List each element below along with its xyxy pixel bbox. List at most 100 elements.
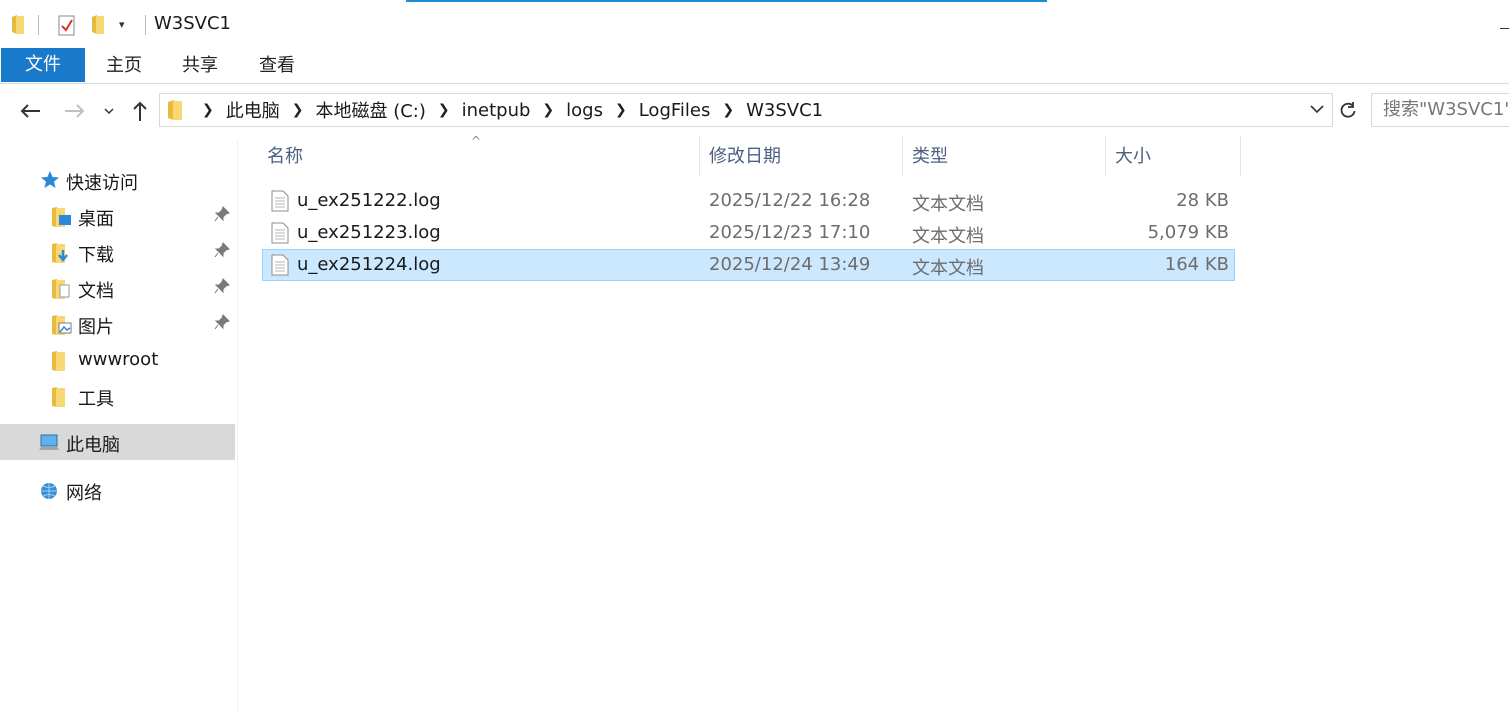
network-icon bbox=[41, 483, 57, 499]
tab-home[interactable]: 主页 bbox=[106, 48, 142, 82]
table-row-selected[interactable]: u_ex251224.log 2025/12/24 13:49 文本文档 164… bbox=[262, 249, 1235, 281]
desktop-folder-icon bbox=[52, 207, 71, 227]
breadcrumb-chevron-icon[interactable]: ❯ bbox=[430, 102, 458, 118]
search-input[interactable]: 搜索"W3SVC1" bbox=[1371, 93, 1509, 127]
customize-toolbar-dropdown-icon[interactable]: ▾ bbox=[119, 18, 125, 31]
column-header-type[interactable]: 类型 bbox=[912, 136, 1102, 176]
sidebar-item-network[interactable]: 网络 bbox=[0, 472, 235, 508]
forward-arrow-icon bbox=[65, 104, 85, 118]
quick-access-separator bbox=[38, 15, 39, 35]
up-button[interactable] bbox=[128, 96, 152, 126]
computer-icon bbox=[39, 434, 59, 450]
table-row[interactable]: u_ex251223.log 2025/12/23 17:10 文本文档 5,0… bbox=[262, 217, 1235, 249]
pin-icon[interactable] bbox=[214, 314, 230, 330]
back-button[interactable] bbox=[17, 96, 43, 126]
file-type: 文本文档 bbox=[912, 226, 984, 247]
up-arrow-icon bbox=[133, 101, 147, 121]
breadcrumb-chevron-icon[interactable]: ❯ bbox=[194, 102, 222, 118]
sidebar-item-desktop[interactable]: 桌面 bbox=[0, 198, 235, 234]
file-type: 文本文档 bbox=[912, 258, 984, 279]
title-bar: ▾ W3SVC1 bbox=[0, 0, 1509, 48]
file-modified: 2025/12/23 17:10 bbox=[709, 222, 871, 243]
refresh-icon bbox=[1340, 102, 1356, 118]
forward-button[interactable] bbox=[62, 96, 88, 126]
column-separator[interactable] bbox=[902, 136, 903, 176]
downloads-folder-icon bbox=[52, 243, 68, 263]
tab-share[interactable]: 共享 bbox=[182, 48, 218, 82]
sidebar-item-label: 下载 bbox=[78, 245, 114, 266]
pin-icon[interactable] bbox=[214, 278, 230, 294]
breadcrumb-item[interactable]: LogFiles bbox=[635, 100, 715, 121]
column-separator[interactable] bbox=[699, 136, 700, 176]
navigation-pane: 快速访问 桌面 下载 文档 图片 wwwroot 工具 此电脑 网络 bbox=[0, 140, 237, 711]
file-size: 28 KB bbox=[1176, 190, 1229, 211]
column-separator[interactable] bbox=[1240, 136, 1241, 176]
sidebar-item-label: 工具 bbox=[78, 389, 114, 410]
breadcrumb-item[interactable]: 本地磁盘 (C:) bbox=[311, 97, 429, 123]
file-name: u_ex251224.log bbox=[297, 254, 441, 275]
refresh-button[interactable] bbox=[1334, 93, 1362, 127]
folder-icon bbox=[168, 100, 182, 120]
properties-icon[interactable] bbox=[58, 14, 76, 36]
breadcrumb-chevron-icon[interactable]: ❯ bbox=[284, 102, 312, 118]
back-arrow-icon bbox=[20, 104, 40, 118]
column-separator[interactable] bbox=[1105, 136, 1106, 176]
sidebar-item-label: 此电脑 bbox=[66, 435, 120, 456]
sidebar-item-label: 文档 bbox=[78, 281, 114, 302]
folder-icon bbox=[52, 351, 65, 371]
breadcrumb: ❯ 此电脑 ❯ 本地磁盘 (C:) ❯ inetpub ❯ logs ❯ Log… bbox=[194, 94, 827, 126]
file-size: 164 KB bbox=[1164, 254, 1229, 275]
breadcrumb-chevron-icon[interactable]: ❯ bbox=[607, 102, 635, 118]
column-header-size[interactable]: 大小 bbox=[1115, 136, 1235, 176]
sidebar-item-label: 网络 bbox=[66, 483, 102, 504]
pin-icon[interactable] bbox=[214, 206, 230, 222]
sidebar-item-tools[interactable]: 工具 bbox=[0, 378, 235, 414]
sidebar-item-quick-access[interactable]: 快速访问 bbox=[0, 162, 235, 198]
chevron-down-icon bbox=[104, 108, 114, 115]
tab-file[interactable]: 文件 bbox=[1, 48, 85, 82]
chevron-down-icon[interactable] bbox=[1310, 102, 1324, 116]
sidebar-item-downloads[interactable]: 下载 bbox=[0, 234, 235, 270]
sidebar-item-label: wwwroot bbox=[78, 349, 159, 370]
top-accent-line bbox=[406, 0, 1047, 2]
recent-locations-button[interactable] bbox=[102, 96, 116, 126]
table-row[interactable]: u_ex251222.log 2025/12/22 16:28 文本文档 28 … bbox=[262, 185, 1235, 217]
address-bar[interactable]: ❯ 此电脑 ❯ 本地磁盘 (C:) ❯ inetpub ❯ logs ❯ Log… bbox=[159, 93, 1333, 127]
column-header-name[interactable]: 名称 bbox=[267, 136, 697, 176]
breadcrumb-chevron-icon[interactable]: ❯ bbox=[714, 102, 742, 118]
breadcrumb-item[interactable]: W3SVC1 bbox=[742, 100, 827, 121]
new-folder-icon[interactable] bbox=[92, 15, 104, 34]
documents-folder-icon bbox=[52, 279, 70, 299]
text-file-icon bbox=[271, 222, 289, 244]
sidebar-item-this-pc[interactable]: 此电脑 bbox=[0, 424, 235, 460]
sidebar-item-wwwroot[interactable]: wwwroot bbox=[0, 342, 235, 378]
ribbon-tabs: 文件 主页 共享 查看 bbox=[0, 48, 1509, 84]
breadcrumb-item[interactable]: inetpub bbox=[458, 100, 535, 121]
file-name: u_ex251222.log bbox=[297, 190, 441, 211]
sidebar-item-label: 图片 bbox=[78, 317, 114, 338]
pictures-folder-icon bbox=[52, 315, 72, 335]
file-type: 文本文档 bbox=[912, 194, 984, 215]
tab-view[interactable]: 查看 bbox=[259, 48, 295, 82]
sidebar-item-pictures[interactable]: 图片 bbox=[0, 306, 235, 342]
text-file-icon bbox=[271, 254, 289, 276]
title-separator bbox=[145, 15, 146, 35]
breadcrumb-item[interactable]: logs bbox=[562, 100, 607, 121]
column-header-modified[interactable]: 修改日期 bbox=[709, 136, 899, 176]
sidebar-item-label: 快速访问 bbox=[66, 173, 138, 194]
file-size: 5,079 KB bbox=[1147, 222, 1229, 243]
sidebar-item-documents[interactable]: 文档 bbox=[0, 270, 235, 306]
text-file-icon bbox=[271, 190, 289, 212]
breadcrumb-chevron-icon[interactable]: ❯ bbox=[534, 102, 562, 118]
file-modified: 2025/12/22 16:28 bbox=[709, 190, 871, 211]
file-list: ^ 名称 修改日期 类型 大小 u_ex251222.log 2025/12/2… bbox=[238, 134, 1509, 711]
window-title: W3SVC1 bbox=[154, 13, 232, 34]
breadcrumb-item[interactable]: 此电脑 bbox=[222, 97, 284, 123]
minimize-icon[interactable] bbox=[1500, 28, 1509, 29]
sidebar-item-label: 桌面 bbox=[78, 209, 114, 230]
folder-icon[interactable] bbox=[12, 15, 24, 34]
pin-icon[interactable] bbox=[214, 242, 230, 258]
file-name: u_ex251223.log bbox=[297, 222, 441, 243]
star-icon bbox=[41, 171, 59, 188]
file-modified: 2025/12/24 13:49 bbox=[709, 254, 871, 275]
